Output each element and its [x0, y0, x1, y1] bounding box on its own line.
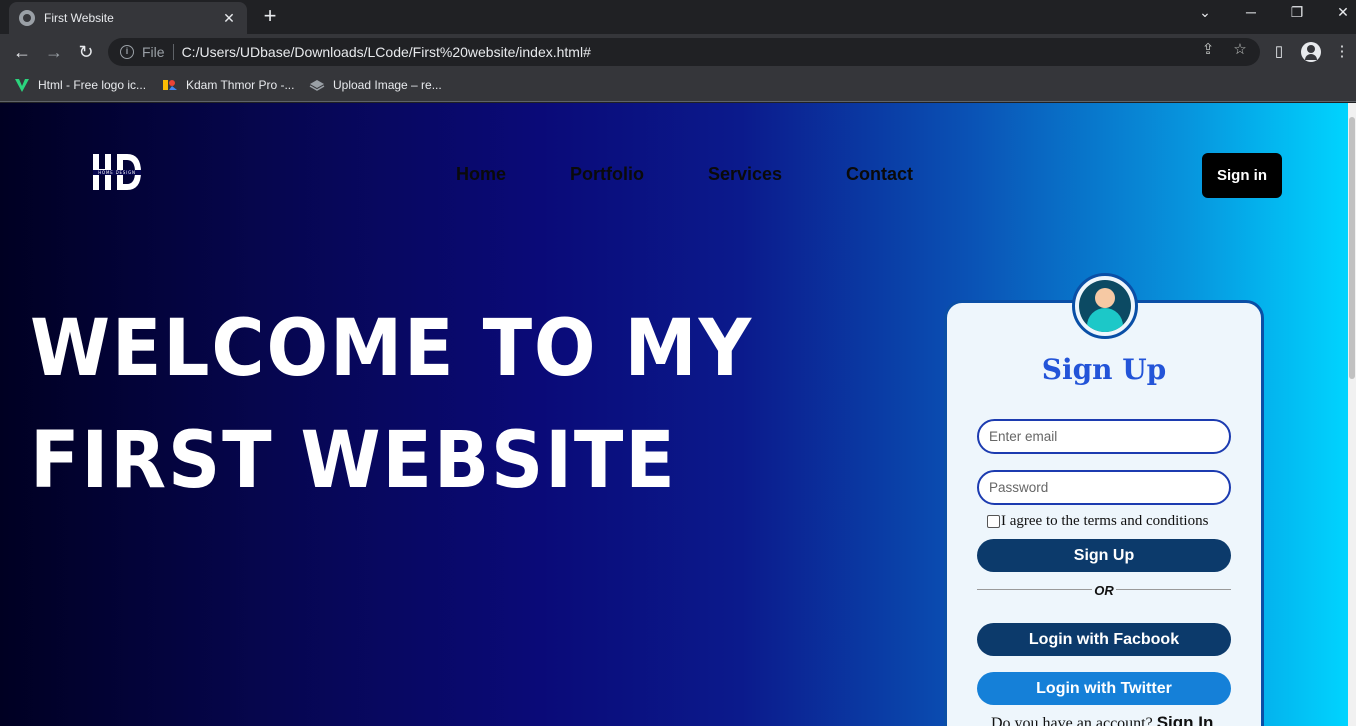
nav-home[interactable]: Home — [456, 164, 506, 185]
tab-strip: First Website ✕ + ⌄ ─ ❐ ✕ — [0, 0, 1356, 34]
bookmark-label: Upload Image – re... — [333, 78, 442, 92]
terms-label: I agree to the terms and conditions — [1001, 513, 1209, 529]
page-viewport: HOME DESIGN Home Portfolio Services Cont… — [0, 103, 1348, 726]
bookmark-label: Html - Free logo ic... — [38, 78, 147, 92]
or-label: OR — [1092, 583, 1116, 598]
user-avatar-icon — [1072, 273, 1138, 339]
toolbar: ← → ↻ i File C:/Users/UDbase/Downloads/L… — [0, 34, 1356, 70]
password-field[interactable]: Password — [977, 470, 1231, 505]
file-label: File — [142, 44, 165, 60]
hero-heading: WELCOME TO MY FIRST WEBSITE — [30, 293, 774, 517]
page-scrollbar[interactable] — [1348, 103, 1356, 726]
forward-button[interactable]: → — [42, 40, 66, 64]
google-fonts-icon — [163, 80, 177, 90]
new-tab-button[interactable]: + — [258, 5, 282, 27]
reload-button[interactable]: ↻ — [74, 40, 98, 64]
browser-tab[interactable]: First Website ✕ — [9, 2, 247, 34]
bookmark-item[interactable]: Upload Image – re... — [309, 77, 442, 93]
signin-link[interactable]: Sign In — [1157, 713, 1214, 726]
have-account-text: Do you have an account? — [991, 715, 1153, 726]
svg-text:HOME DESIGN: HOME DESIGN — [98, 170, 136, 175]
bookmark-item[interactable]: Html - Free logo ic... — [14, 77, 146, 93]
side-panel-icon[interactable]: ▯ — [1269, 42, 1289, 62]
layers-icon — [309, 80, 325, 91]
password-placeholder: Password — [989, 480, 1049, 495]
minimize-button[interactable]: ─ — [1239, 4, 1263, 20]
hd-logo[interactable]: HOME DESIGN — [93, 154, 141, 190]
email-placeholder: Enter email — [989, 429, 1058, 444]
profile-icon[interactable] — [1301, 42, 1321, 62]
bookmark-label: Kdam Thmor Pro -... — [186, 78, 295, 92]
scroll-thumb[interactable] — [1349, 117, 1355, 379]
vector-v-icon — [15, 79, 29, 92]
facebook-login-button[interactable]: Login with Facbook — [977, 623, 1231, 656]
url-text[interactable]: C:/Users/UDbase/Downloads/LCode/First%20… — [182, 44, 591, 60]
bookmark-star-icon[interactable]: ☆ — [1230, 40, 1250, 58]
back-button[interactable]: ← — [10, 40, 34, 64]
tab-search-icon[interactable]: ⌄ — [1193, 4, 1217, 21]
bookmark-item[interactable]: Kdam Thmor Pro -... — [162, 77, 294, 93]
nav-services[interactable]: Services — [708, 164, 782, 185]
bookmarks-bar: Html - Free logo ic... Kdam Thmor Pro -.… — [0, 70, 1356, 102]
globe-icon — [19, 10, 35, 26]
share-icon[interactable]: ⇪ — [1198, 40, 1218, 58]
signup-title: Sign Up — [1041, 353, 1167, 386]
nav-portfolio[interactable]: Portfolio — [570, 164, 644, 185]
email-field[interactable]: Enter email — [977, 419, 1231, 454]
close-tab-icon[interactable]: ✕ — [221, 10, 237, 27]
twitter-login-button[interactable]: Login with Twitter — [977, 672, 1231, 705]
info-icon[interactable]: i — [120, 45, 134, 59]
terms-row: I agree to the terms and conditions — [987, 513, 1208, 530]
separator — [172, 44, 174, 60]
tab-title: First Website — [44, 11, 114, 25]
signup-button[interactable]: Sign Up — [977, 539, 1231, 572]
have-account-row: Do you have an account? Sign In — [991, 713, 1213, 726]
close-window-button[interactable]: ✕ — [1331, 4, 1355, 21]
restore-button[interactable]: ❐ — [1285, 4, 1309, 21]
menu-icon[interactable]: ⋮ — [1332, 42, 1352, 62]
terms-checkbox[interactable] — [987, 515, 1000, 528]
hero-line-2: FIRST WEBSITE — [30, 416, 677, 506]
signin-button[interactable]: Sign in — [1202, 153, 1282, 198]
hero-line-1: WELCOME TO MY — [30, 304, 753, 394]
signup-card: Sign Up Enter email Password I agree to … — [944, 273, 1264, 726]
address-bar[interactable]: i File C:/Users/UDbase/Downloads/LCode/F… — [108, 38, 1260, 66]
nav-contact[interactable]: Contact — [846, 164, 913, 185]
